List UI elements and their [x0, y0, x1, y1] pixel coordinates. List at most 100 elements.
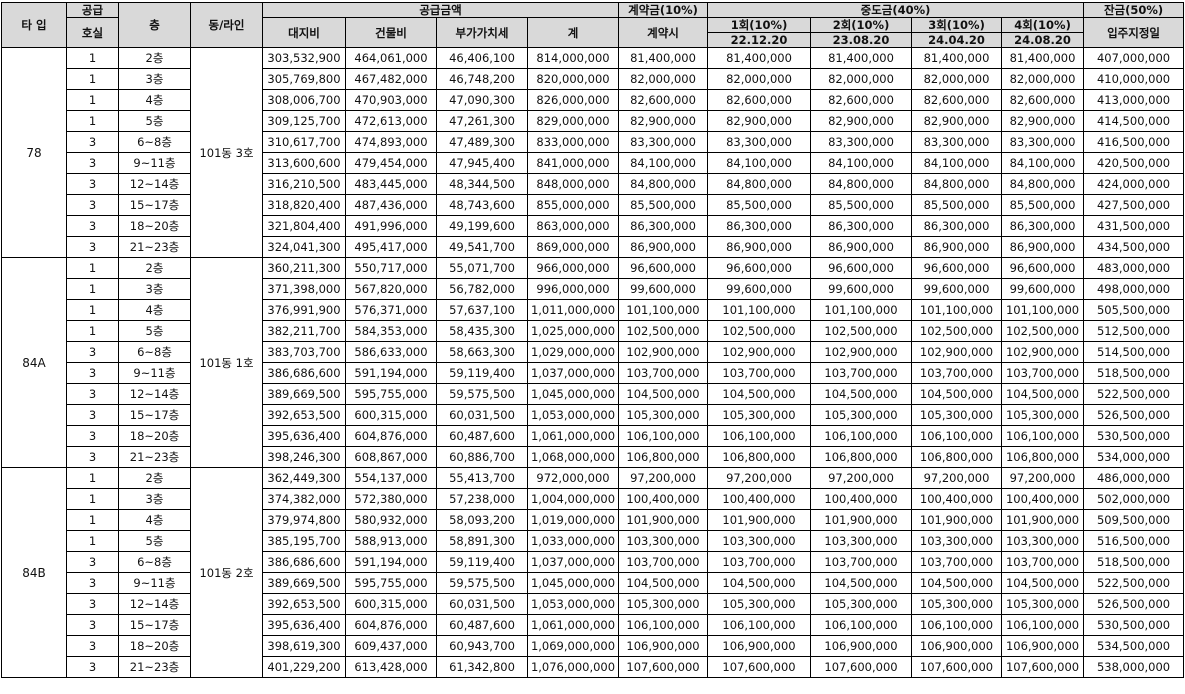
- land-cost-cell: 379,974,800: [262, 509, 346, 531]
- table-row: 3 6~8층 383,703,700 586,633,000 58,663,300 1,0…: [2, 341, 1185, 363]
- middle-1-cell: 105,300,000: [707, 404, 812, 426]
- total-cell: 1,061,000,000: [526, 614, 620, 636]
- contract-payment-cell: 102,900,000: [618, 341, 709, 363]
- middle-2-cell: 100,400,000: [810, 488, 913, 510]
- middle-4-cell: 82,900,000: [1001, 110, 1085, 132]
- middle-4-cell: 82,000,000: [1001, 68, 1085, 90]
- header-m1-date: 22.12.20: [707, 32, 812, 48]
- balance-cell: 434,500,000: [1083, 236, 1185, 258]
- middle-4-cell: 86,900,000: [1001, 236, 1085, 258]
- total-cell: 855,000,000: [526, 194, 620, 216]
- contract-payment-cell: 82,600,000: [618, 89, 709, 111]
- balance-cell: 420,500,000: [1083, 152, 1185, 174]
- total-cell: 1,045,000,000: [526, 383, 620, 405]
- table-header: 타 입 공급 층 동/라인 공급금액 계약금(10%) 중도금(40%) 잔금(…: [1, 2, 1185, 48]
- supply-units-cell: 1: [66, 488, 119, 510]
- middle-2-cell: 106,800,000: [810, 446, 913, 468]
- supply-units-cell: 1: [66, 89, 119, 111]
- supply-units-cell: 3: [66, 341, 119, 363]
- total-cell: 1,011,000,000: [526, 299, 620, 321]
- price-table: 타 입 공급 층 동/라인 공급금액 계약금(10%) 중도금(40%) 잔금(…: [1, 2, 1185, 678]
- contract-payment-cell: 105,300,000: [618, 593, 709, 615]
- vat-cell: 58,663,300: [436, 341, 528, 363]
- middle-2-cell: 101,100,000: [810, 299, 913, 321]
- contract-payment-cell: 106,100,000: [618, 614, 709, 636]
- supply-units-cell: 3: [66, 173, 119, 195]
- land-cost-cell: 386,686,600: [262, 362, 346, 384]
- vat-cell: 48,743,600: [436, 194, 528, 216]
- vat-cell: 60,943,700: [436, 635, 528, 657]
- building-cost-cell: 600,315,000: [345, 593, 437, 615]
- table-row: 3 21~23층 324,041,300 495,417,000 49,541,700 8…: [2, 236, 1185, 258]
- contract-payment-cell: 82,000,000: [618, 68, 709, 90]
- vat-cell: 49,541,700: [436, 236, 528, 258]
- middle-4-cell: 84,100,000: [1001, 152, 1085, 174]
- middle-4-cell: 104,500,000: [1001, 383, 1085, 405]
- middle-4-cell: 105,300,000: [1001, 593, 1085, 615]
- middle-1-cell: 103,700,000: [707, 362, 812, 384]
- floor-cell: 3층: [118, 278, 191, 300]
- middle-3-cell: 102,900,000: [911, 341, 1003, 363]
- land-cost-cell: 385,195,700: [262, 530, 346, 552]
- header-m4-date: 24.08.20: [1001, 32, 1085, 48]
- balance-cell: 516,500,000: [1083, 530, 1185, 552]
- vat-cell: 57,238,000: [436, 488, 528, 510]
- middle-3-cell: 84,800,000: [911, 173, 1003, 195]
- vat-cell: 60,487,600: [436, 425, 528, 447]
- header-balance-when: 입주지정일: [1083, 17, 1185, 48]
- vat-cell: 47,090,300: [436, 89, 528, 111]
- header-building: 건물비: [345, 17, 437, 48]
- type-cell: 84B: [1, 467, 67, 678]
- header-supply-units-bottom: 호실: [66, 17, 119, 48]
- total-cell: 1,033,000,000: [526, 530, 620, 552]
- middle-1-cell: 84,100,000: [707, 152, 812, 174]
- middle-2-cell: 105,300,000: [810, 593, 913, 615]
- balance-cell: 414,500,000: [1083, 110, 1185, 132]
- table-row: 3 21~23층 401,229,200 613,428,000 61,342,800 1…: [2, 656, 1185, 678]
- building-cost-cell: 604,876,000: [345, 614, 437, 636]
- table-row: 3 12~14층 316,210,500 483,445,000 48,344,500 8…: [2, 173, 1185, 195]
- floor-cell: 15~17층: [118, 404, 191, 426]
- table-row: 3 18~20층 321,804,400 491,996,000 49,199,600 8…: [2, 215, 1185, 237]
- table-row: 1 4층 376,991,900 576,371,000 57,637,100 1,011…: [2, 299, 1185, 321]
- middle-4-cell: 86,300,000: [1001, 215, 1085, 237]
- balance-cell: 498,000,000: [1083, 278, 1185, 300]
- land-cost-cell: 371,398,000: [262, 278, 346, 300]
- balance-cell: 486,000,000: [1083, 467, 1185, 489]
- floor-cell: 5층: [118, 320, 191, 342]
- middle-2-cell: 97,200,000: [810, 467, 913, 489]
- land-cost-cell: 360,211,300: [262, 257, 346, 279]
- header-m1: 1회(10%): [707, 17, 812, 33]
- header-type: 타 입: [1, 2, 67, 48]
- supply-units-cell: 1: [66, 320, 119, 342]
- land-cost-cell: 376,991,900: [262, 299, 346, 321]
- balance-cell: 505,500,000: [1083, 299, 1185, 321]
- supply-units-cell: 3: [66, 215, 119, 237]
- supply-units-cell: 3: [66, 404, 119, 426]
- land-cost-cell: 389,669,500: [262, 383, 346, 405]
- building-cost-cell: 586,633,000: [345, 341, 437, 363]
- middle-3-cell: 84,100,000: [911, 152, 1003, 174]
- contract-payment-cell: 101,900,000: [618, 509, 709, 531]
- header-contract-when: 계약시: [618, 17, 709, 48]
- table-row: 1 3층 305,769,800 467,482,000 46,748,200 820,0…: [2, 68, 1185, 90]
- table-row: 1 3층 374,382,000 572,380,000 57,238,000 1,004…: [2, 488, 1185, 510]
- middle-1-cell: 96,600,000: [707, 257, 812, 279]
- floor-cell: 9~11층: [118, 362, 191, 384]
- middle-4-cell: 105,300,000: [1001, 404, 1085, 426]
- middle-1-cell: 82,900,000: [707, 110, 812, 132]
- balance-cell: 534,500,000: [1083, 635, 1185, 657]
- total-cell: 1,029,000,000: [526, 341, 620, 363]
- floor-cell: 21~23층: [118, 656, 191, 678]
- total-cell: 841,000,000: [526, 152, 620, 174]
- balance-cell: 530,500,000: [1083, 425, 1185, 447]
- contract-payment-cell: 103,700,000: [618, 551, 709, 573]
- middle-2-cell: 104,500,000: [810, 572, 913, 594]
- balance-cell: 509,500,000: [1083, 509, 1185, 531]
- balance-cell: 518,500,000: [1083, 362, 1185, 384]
- contract-payment-cell: 86,900,000: [618, 236, 709, 258]
- supply-units-cell: 1: [66, 530, 119, 552]
- vat-cell: 59,575,500: [436, 572, 528, 594]
- table-row: 78 1 2층 101동 3호 303,532,900 464,061,000 46,406…: [1, 47, 1185, 258]
- balance-cell: 538,000,000: [1083, 656, 1185, 678]
